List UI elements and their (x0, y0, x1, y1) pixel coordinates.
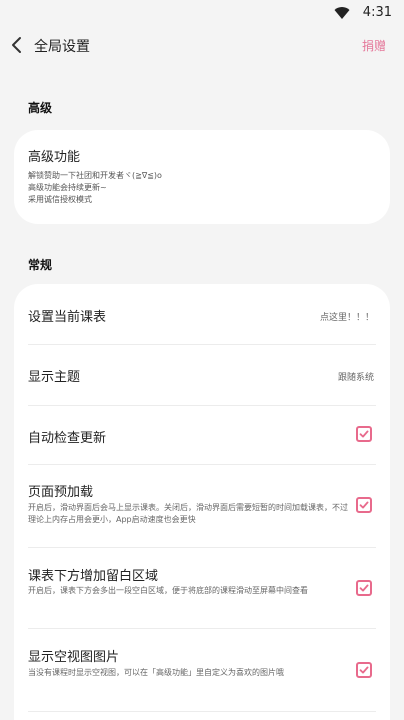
section-header-general: 常规 (28, 258, 53, 272)
advanced-desc-line: 高级功能会持续更新~ (28, 183, 107, 192)
donate-button[interactable]: 捐赠 (362, 37, 386, 54)
checkbox-checked-icon[interactable] (356, 497, 372, 513)
advanced-desc-line: 采用诚信授权模式 (28, 195, 92, 204)
setting-row-bottom-padding[interactable]: 课表下方增加留白区域 开启后，课表下方会多出一段空白区域，便于将底部的课程滑动至… (14, 548, 390, 628)
setting-desc: 当没有课程时显示空视图，可以在「高级功能」里自定义为喜欢的图片哦 (28, 668, 284, 677)
setting-value: 点这里！！！ (319, 313, 374, 323)
setting-title: 自动检查更新 (28, 431, 107, 446)
advanced-features-desc: 解锁赞助一下社团和开发者ヾ(≧∇≦)ο 高级功能会持续更新~ 采用诚信授权模式 (28, 170, 162, 206)
checkbox-checked-icon[interactable] (356, 426, 372, 442)
checkbox-checked-icon[interactable] (356, 580, 372, 596)
setting-row-theme[interactable]: 显示主题 跟随系统 (14, 345, 390, 405)
general-settings-card: 设置当前课表 点这里！！！ 显示主题 跟随系统 自动检查更新 页面预加载 开启后… (14, 284, 390, 720)
chevron-left-icon[interactable] (10, 36, 24, 54)
setting-row-auto-update[interactable]: 自动检查更新 (14, 406, 390, 464)
setting-title: 设置当前课表 (28, 310, 107, 325)
app-bar: 全局设置 捐赠 (0, 26, 404, 66)
setting-desc: 开启后，课表下方会多出一段空白区域，便于将底部的课程滑动至屏幕中间查看 (28, 586, 308, 595)
wifi-icon (334, 7, 350, 20)
setting-row-empty-view-image[interactable]: 显示空视图图片 当没有课程时显示空视图，可以在「高级功能」里自定义为喜欢的图片哦 (14, 629, 390, 711)
setting-title: 显示主题 (28, 370, 81, 385)
setting-title: 显示空视图图片 (28, 650, 120, 665)
setting-value: 跟随系统 (337, 373, 374, 383)
page-title: 全局设置 (34, 39, 90, 55)
setting-desc: 开启后，滑动界面后会马上显示课表。关闭后，滑动界面后需要短暂的时间加载课表，不过… (28, 503, 348, 524)
divider (28, 711, 376, 712)
setting-row-preload[interactable]: 页面预加载 开启后，滑动界面后会马上显示课表。关闭后，滑动界面后需要短暂的时间加… (14, 465, 390, 547)
setting-row-current-timetable[interactable]: 设置当前课表 点这里！！！ (14, 284, 390, 344)
status-time: 4:31 (362, 5, 392, 20)
advanced-features-card[interactable]: 高级功能 解锁赞助一下社团和开发者ヾ(≧∇≦)ο 高级功能会持续更新~ 采用诚信… (14, 130, 390, 224)
checkbox-checked-icon[interactable] (356, 662, 372, 678)
section-header-advanced: 高级 (28, 101, 53, 115)
status-bar: 4:31 (0, 0, 404, 26)
advanced-features-title: 高级功能 (28, 150, 81, 165)
setting-title: 页面预加载 (28, 485, 94, 500)
setting-title: 课表下方增加留白区域 (28, 569, 159, 584)
advanced-desc-line: 解锁赞助一下社团和开发者ヾ(≧∇≦)ο (28, 171, 162, 180)
